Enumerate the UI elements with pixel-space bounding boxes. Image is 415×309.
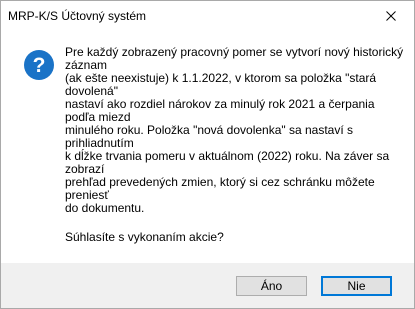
close-button[interactable] bbox=[368, 1, 414, 31]
title-bar[interactable]: MRP-K/S Účtovný systém bbox=[1, 1, 414, 31]
question-icon: ? bbox=[24, 50, 54, 80]
confirm-question: Súhlasíte s vykonaním akcie? bbox=[65, 230, 224, 244]
window-title: MRP-K/S Účtovný systém bbox=[8, 9, 147, 23]
button-bar: Áno Nie bbox=[1, 263, 414, 308]
message-text: Pre každý zobrazený pracovný pomer se vy… bbox=[65, 45, 404, 215]
message-line: k dĺžke trvania pomeru v aktuálnom (2022… bbox=[65, 149, 390, 163]
no-button[interactable]: Nie bbox=[321, 276, 392, 296]
svg-text:?: ? bbox=[33, 54, 46, 77]
message-line: Pre každý zobrazený pracovný pomer se vy… bbox=[65, 45, 404, 59]
yes-button[interactable]: Áno bbox=[236, 276, 307, 296]
message-line: prehľad prevedených zmien, ktorý si cez … bbox=[65, 175, 375, 189]
message-dialog: MRP-K/S Účtovný systém ? Pre každý zobra… bbox=[0, 0, 415, 309]
close-icon bbox=[386, 11, 396, 21]
message-line: do dokumentu. bbox=[65, 201, 145, 215]
